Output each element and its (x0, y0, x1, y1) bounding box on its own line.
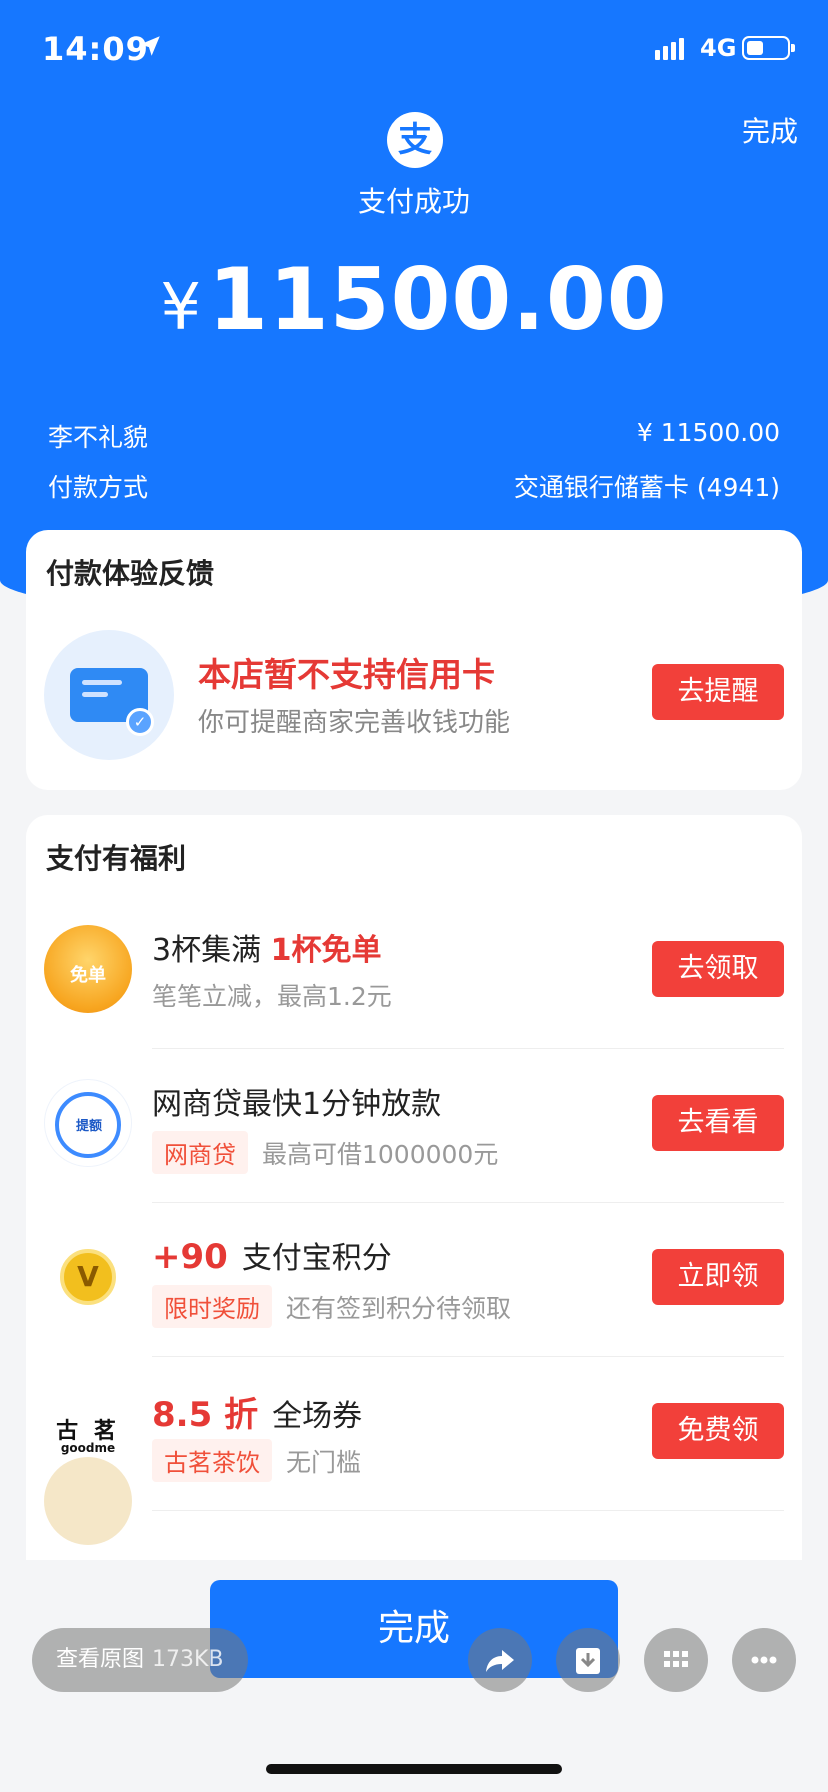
benefits-card-title: 支付有福利 (46, 842, 187, 875)
share-icon (486, 1650, 514, 1672)
benefit-title: +90 支付宝积分 (152, 1237, 392, 1277)
more-button[interactable] (732, 1628, 796, 1692)
grid-icon (664, 1651, 688, 1667)
benefits-card: 支付有福利 免单 3杯集满 1杯免单 笔笔立减，最高1.2元 去领取 提额 网商… (26, 815, 802, 1585)
network-type: 4G (700, 34, 737, 62)
feedback-sub-text: 你可提醒商家完善收钱功能 (198, 708, 511, 738)
payee-amount: ¥ 11500.00 (636, 418, 780, 447)
battery-icon (742, 36, 795, 60)
payment-method-row: 付款方式 交通银行储蓄卡 (4941) (48, 468, 780, 504)
download-icon (576, 1648, 600, 1674)
benefits-list: 免单 3杯集满 1杯免单 笔笔立减，最高1.2元 去领取 提额 网商贷最快1分钟… (26, 895, 802, 1511)
signal-icon (655, 38, 684, 60)
view-original-button[interactable]: 查看原图 173KB (32, 1628, 248, 1692)
payment-status-text: 支付成功 (357, 185, 470, 218)
benefit-tag: 网商贷 (152, 1131, 248, 1174)
currency-symbol: ¥ (160, 271, 203, 345)
claim-now-button[interactable]: 立即领 (652, 1249, 784, 1305)
payment-method-value: 交通银行储蓄卡 (4941) (513, 473, 780, 502)
download-button[interactable] (556, 1628, 620, 1692)
feedback-card-title: 付款体验反馈 (46, 557, 215, 590)
benefit-item-free-cup[interactable]: 免单 3杯集满 1杯免单 笔笔立减，最高1.2元 去领取 (26, 895, 802, 1049)
tea-cup-icon: 免单 (44, 925, 132, 1013)
benefit-item-loan[interactable]: 提额 网商贷最快1分钟放款 网商贷 最高可借1000000元 去看看 (26, 1049, 802, 1203)
status-bar: 14:09 4G (0, 0, 828, 100)
benefit-tag: 限时奖励 (152, 1285, 272, 1328)
benefit-sub: 网商贷 最高可借1000000元 (152, 1131, 498, 1174)
benefit-title: 网商贷最快1分钟放款 (152, 1087, 442, 1122)
benefit-item-points[interactable]: V +90 支付宝积分 限时奖励 还有签到积分待领取 立即领 (26, 1203, 802, 1357)
home-indicator (266, 1764, 562, 1774)
status-time: 14:09 (42, 30, 149, 68)
amount-value: 11500.00 (208, 250, 668, 350)
benefit-title: 8.5 折全场券 (152, 1395, 363, 1435)
share-button[interactable] (468, 1628, 532, 1692)
benefit-title: 3杯集满 1杯免单 (152, 933, 382, 968)
alipay-logo-icon: 支 (387, 112, 443, 168)
feedback-card: 付款体验反馈 ✓ 本店暂不支持信用卡 你可提醒商家完善收钱功能 去提醒 (26, 530, 802, 790)
location-arrow-icon (140, 36, 160, 56)
payment-method-label: 付款方式 (48, 473, 149, 502)
payment-success-screen: 14:09 4G 完成 支 支付成功 ¥11500.00 李不礼貌 ¥ 1150… (0, 0, 828, 1792)
remind-merchant-button[interactable]: 去提醒 (652, 664, 784, 720)
benefit-sub: 限时奖励 还有签到积分待领取 (152, 1285, 511, 1328)
payee-name: 李不礼貌 (48, 423, 149, 452)
points-coin-icon: V (44, 1233, 132, 1321)
more-icon (751, 1656, 777, 1664)
loan-icon: 提额 (44, 1079, 132, 1167)
bank-card-icon: ✓ (44, 630, 174, 760)
feedback-main-text: 本店暂不支持信用卡 (198, 655, 495, 694)
benefit-item-partial (26, 1431, 802, 1545)
benefit-sub: 笔笔立减，最高1.2元 (152, 982, 392, 1011)
grid-button[interactable] (644, 1628, 708, 1692)
payee-row: 李不礼貌 ¥ 11500.00 (48, 418, 780, 454)
payment-amount: ¥11500.00 (0, 250, 828, 350)
done-link-top[interactable]: 完成 (742, 110, 798, 150)
claim-button[interactable]: 去领取 (652, 941, 784, 997)
view-button[interactable]: 去看看 (652, 1095, 784, 1151)
